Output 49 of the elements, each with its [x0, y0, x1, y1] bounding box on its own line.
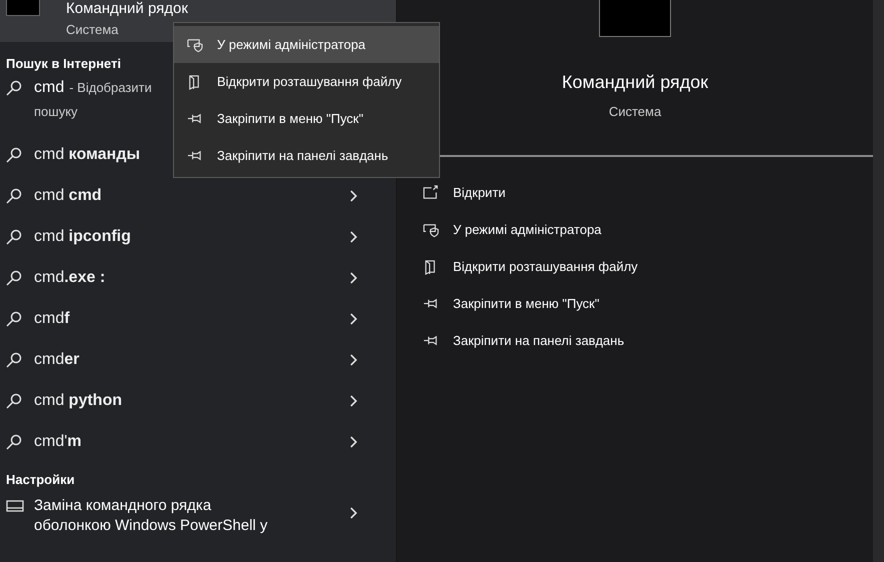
menu-item[interactable]: Відкрити розташування файлу — [174, 63, 439, 100]
chevron-icon — [348, 394, 358, 408]
shield-icon — [187, 36, 203, 52]
app-title: Командний рядок — [562, 71, 708, 94]
chevron-icon — [348, 230, 358, 244]
menu-item[interactable]: У режимі адміністратора — [174, 26, 439, 63]
search-suggestion[interactable]: cmd'm — [34, 430, 82, 454]
app-subtitle: Система — [608, 103, 662, 121]
chevron-icon — [348, 352, 358, 366]
action-link[interactable]: Закріпити в меню "Пуск" — [453, 294, 600, 314]
open-window-icon — [423, 185, 439, 201]
search-icon — [6, 392, 22, 408]
search-icon — [6, 270, 22, 286]
result-query[interactable]: cmd — [34, 76, 64, 100]
search-icon — [6, 80, 22, 96]
search-suggestion[interactable]: cmdf — [34, 306, 70, 330]
action-link[interactable]: У режимі адміністратора — [453, 220, 602, 240]
search-icon — [6, 352, 22, 368]
chevron-icon — [348, 434, 358, 448]
action-link[interactable]: Відкрити розташування файлу — [453, 257, 638, 277]
chevron-icon — [348, 312, 358, 326]
app-title: Командний рядок — [66, 0, 188, 18]
chevron-icon — [348, 270, 358, 284]
action-link[interactable]: Закріпити на панелі завдань — [453, 331, 624, 351]
search-icon — [6, 228, 22, 244]
app-subtitle: Система — [66, 21, 120, 39]
search-suggestion[interactable]: cmd.exe : — [34, 266, 106, 290]
search-suggestion[interactable]: cmd команды — [34, 142, 140, 166]
result-hint: - Відобразити — [69, 79, 152, 97]
chevron-icon — [348, 188, 358, 202]
search-icon — [6, 310, 22, 326]
app-icon — [599, 0, 671, 37]
search-suggestion[interactable]: cmd cmd — [34, 184, 102, 208]
search-suggestion[interactable]: cmder — [34, 348, 80, 372]
search-suggestion[interactable]: cmd python — [34, 388, 122, 412]
search-icon — [6, 146, 22, 162]
setting-title[interactable]: Заміна командного рядка оболонкою Windows PowerShell у — [34, 496, 268, 536]
section-heading: Настройки — [5, 471, 76, 489]
search-suggestion[interactable]: cmd ipconfig — [34, 224, 131, 248]
action-link[interactable]: Відкрити — [453, 183, 506, 203]
search-icon — [6, 434, 22, 450]
result-hint: пошуку — [34, 103, 78, 121]
search-icon — [6, 188, 22, 204]
menu-item[interactable]: Закріпити на панелі завдань — [174, 137, 439, 174]
shield-icon — [423, 222, 439, 238]
monitor-icon — [6, 500, 24, 512]
chevron-icon — [348, 506, 358, 520]
menu-item[interactable]: Закріпити в меню "Пуск" — [174, 100, 439, 137]
section-heading: Пошук в Інтернеті — [5, 55, 122, 73]
